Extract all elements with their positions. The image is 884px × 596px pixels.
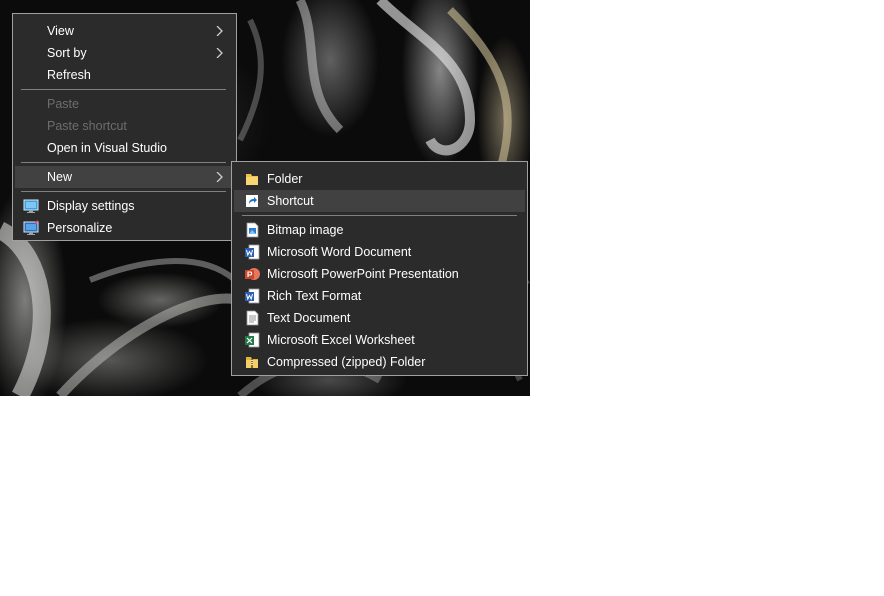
submenu-item-excel-worksheet[interactable]: Microsoft Excel Worksheet xyxy=(234,329,525,351)
text-document-icon xyxy=(246,310,259,326)
submenu-item-word-document[interactable]: Microsoft Word Document xyxy=(234,241,525,263)
bitmap-image-icon xyxy=(246,222,259,238)
display-settings-icon xyxy=(23,199,39,213)
menu-item-personalize[interactable]: Personalize xyxy=(15,217,234,239)
submenu-item-label: Shortcut xyxy=(267,194,314,208)
new-submenu: Folder Shortcut Bitmap image Microsoft W… xyxy=(231,161,528,376)
menu-item-label: Sort by xyxy=(47,46,87,60)
submenu-item-compressed-folder[interactable]: Compressed (zipped) Folder xyxy=(234,351,525,373)
submenu-item-label: Text Document xyxy=(267,311,351,325)
chevron-right-icon xyxy=(216,26,223,36)
submenu-item-bitmap-image[interactable]: Bitmap image xyxy=(234,219,525,241)
menu-item-sort-by[interactable]: Sort by xyxy=(15,42,234,64)
chevron-right-icon xyxy=(216,48,223,58)
submenu-item-label: Rich Text Format xyxy=(267,289,362,303)
menu-item-label: New xyxy=(47,170,73,184)
menu-separator xyxy=(21,191,226,192)
submenu-item-label: Bitmap image xyxy=(267,223,344,237)
menu-separator xyxy=(21,162,226,163)
shortcut-icon xyxy=(246,195,258,207)
menu-item-label: Paste xyxy=(47,97,79,111)
menu-item-label: Paste shortcut xyxy=(47,119,127,133)
submenu-item-shortcut[interactable]: Shortcut xyxy=(234,190,525,212)
menu-item-open-in-visual-studio[interactable]: Open in Visual Studio xyxy=(15,137,234,159)
submenu-item-text-document[interactable]: Text Document xyxy=(234,307,525,329)
menu-item-refresh[interactable]: Refresh xyxy=(15,64,234,86)
rich-text-icon xyxy=(245,288,260,304)
submenu-item-label: Compressed (zipped) Folder xyxy=(267,355,426,369)
menu-item-label: Open in Visual Studio xyxy=(47,141,167,155)
menu-item-label: View xyxy=(47,24,74,38)
menu-item-label: Display settings xyxy=(47,199,135,213)
menu-item-label: Refresh xyxy=(47,68,91,82)
menu-separator xyxy=(21,89,226,90)
word-document-icon xyxy=(245,244,260,260)
menu-item-paste-shortcut: Paste shortcut xyxy=(15,115,234,137)
submenu-item-label: Microsoft Excel Worksheet xyxy=(267,333,415,347)
submenu-item-label: Folder xyxy=(267,172,303,186)
zip-folder-icon xyxy=(246,357,258,368)
menu-item-view[interactable]: View xyxy=(15,20,234,42)
folder-icon xyxy=(246,174,258,185)
submenu-item-label: Microsoft PowerPoint Presentation xyxy=(267,267,459,281)
submenu-item-folder[interactable]: Folder xyxy=(234,168,525,190)
submenu-item-label: Microsoft Word Document xyxy=(267,245,412,259)
menu-item-paste: Paste xyxy=(15,93,234,115)
powerpoint-icon xyxy=(245,268,260,280)
chevron-right-icon xyxy=(216,172,223,182)
menu-separator xyxy=(242,215,517,216)
menu-item-display-settings[interactable]: Display settings xyxy=(15,195,234,217)
personalize-icon xyxy=(23,220,39,235)
submenu-item-powerpoint-presentation[interactable]: Microsoft PowerPoint Presentation xyxy=(234,263,525,285)
menu-item-new[interactable]: New xyxy=(15,166,234,188)
submenu-item-rich-text-format[interactable]: Rich Text Format xyxy=(234,285,525,307)
desktop-context-menu: View Sort by Refresh Paste Paste shortcu… xyxy=(12,13,237,241)
excel-icon xyxy=(245,332,260,348)
menu-item-label: Personalize xyxy=(47,221,113,235)
